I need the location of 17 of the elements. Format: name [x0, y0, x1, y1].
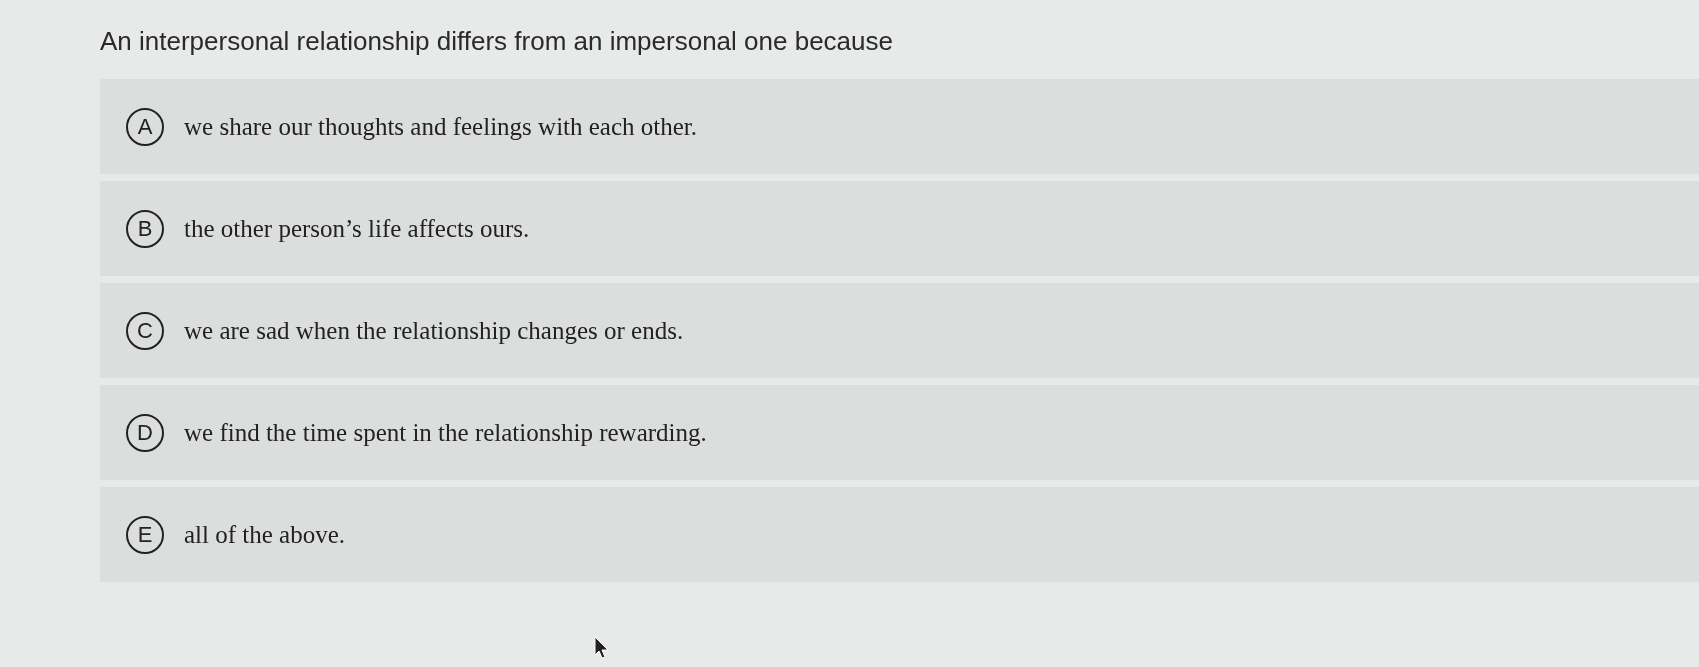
option-text: we share our thoughts and feelings with each other. [184, 112, 698, 141]
option-letter: C [126, 311, 164, 350]
answer-option[interactable]: B the other person’s life affects ours. [100, 181, 1699, 276]
option-text: we find the time spent in the relationship rewarding. [184, 418, 707, 447]
question-text: An interpersonal relationship differs from an impersonal one because [100, 26, 893, 57]
option-text: the other person’s life affects ours. [184, 214, 530, 243]
cursor-icon [594, 636, 610, 660]
answer-option[interactable]: A we share our thoughts and feelings with each other. [100, 79, 1699, 174]
answer-option[interactable]: C we are sad when the relationship changes or ends. [100, 283, 1699, 378]
option-letter: B [126, 209, 164, 248]
answer-option[interactable]: E all of the above. [100, 487, 1699, 582]
option-text: all of the above. [184, 520, 346, 549]
option-letter: D [126, 413, 164, 452]
option-letter: E [126, 515, 164, 554]
option-text: we are sad when the relationship changes or ends. [184, 316, 684, 345]
option-letter: A [126, 107, 164, 146]
answer-option[interactable]: D we find the time spent in the relationship rewarding. [100, 385, 1699, 480]
